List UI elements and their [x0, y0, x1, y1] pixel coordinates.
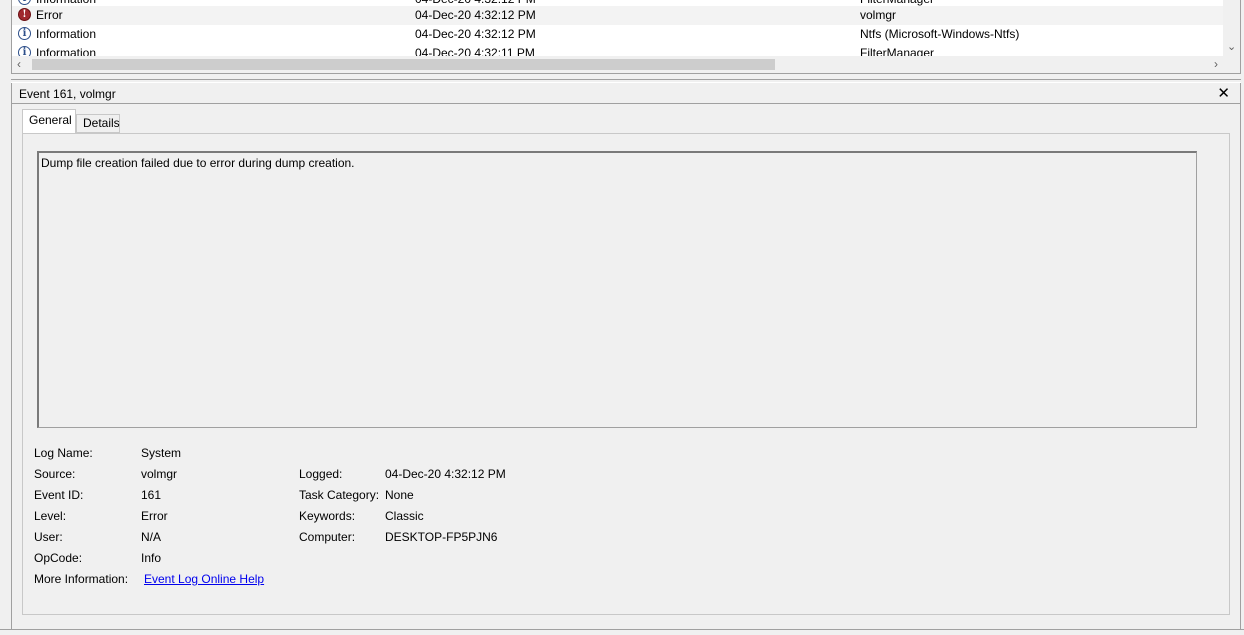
logged-label: Logged:: [299, 467, 343, 481]
event-log-online-help-link[interactable]: Event Log Online Help: [144, 572, 264, 586]
event-id-value: 161: [141, 488, 162, 502]
event-level: Error: [36, 8, 63, 22]
event-level: Information: [36, 27, 97, 41]
error-icon: !: [18, 8, 31, 21]
vertical-scrollbar[interactable]: ⌄: [1223, 0, 1240, 57]
event-date: 04-Dec-20 4:32:12 PM: [415, 27, 536, 41]
scrollbar-thumb[interactable]: [32, 59, 775, 70]
detail-title: Event 161, volmgr: [19, 87, 116, 101]
scroll-left-icon[interactable]: ‹: [17, 57, 21, 71]
event-row[interactable]: i Information 04-Dec-20 4:32:12 PM Ntfs …: [12, 25, 1223, 44]
event-date: 04-Dec-20 4:32:12 PM: [415, 8, 536, 22]
logged-value: 04-Dec-20 4:32:12 PM: [385, 467, 506, 481]
event-id-label: Event ID:: [34, 488, 84, 502]
opcode-value: Info: [141, 551, 162, 565]
source-label: Source:: [34, 467, 76, 481]
general-tab-content: Dump file creation failed due to error d…: [22, 133, 1230, 615]
event-description[interactable]: Dump file creation failed due to error d…: [37, 151, 1197, 428]
computer-label: Computer:: [299, 530, 356, 544]
status-bar: [0, 629, 1244, 635]
task-category-value: None: [385, 488, 414, 502]
user-label: User:: [34, 530, 63, 544]
log-name-label: Log Name:: [34, 446, 93, 460]
info-icon: i: [18, 27, 31, 40]
tab-general[interactable]: General: [22, 109, 76, 133]
scroll-down-icon[interactable]: ⌄: [1227, 40, 1236, 53]
event-source: Ntfs (Microsoft-Windows-Ntfs): [860, 27, 1020, 41]
opcode-label: OpCode:: [34, 551, 83, 565]
event-row-selected[interactable]: ! Error 04-Dec-20 4:32:12 PM volmgr: [12, 6, 1223, 25]
tab-details[interactable]: Details: [76, 114, 120, 133]
event-list: i Information 04-Dec-20 4:32:12 PM Filte…: [11, 0, 1241, 74]
more-info-label: More Information:: [34, 572, 129, 586]
close-icon[interactable]: ✕: [1217, 84, 1230, 102]
level-label: Level:: [34, 509, 67, 523]
detail-header: Event 161, volmgr ✕: [12, 83, 1240, 104]
computer-value: DESKTOP-FP5PJN6: [385, 530, 498, 544]
info-icon: i: [18, 0, 31, 5]
event-source: volmgr: [860, 8, 897, 22]
user-value: N/A: [141, 530, 162, 544]
horizontal-scrollbar[interactable]: ‹ ›: [12, 56, 1240, 73]
log-name-value: System: [141, 446, 182, 460]
task-category-label: Task Category:: [299, 488, 380, 502]
scroll-right-icon[interactable]: ›: [1214, 57, 1218, 71]
event-detail-panel: Event 161, volmgr ✕ General Details Dump…: [11, 83, 1241, 629]
level-value: Error: [141, 509, 168, 523]
keywords-value: Classic: [385, 509, 424, 523]
keywords-label: Keywords:: [299, 509, 356, 523]
source-value: volmgr: [141, 467, 178, 481]
